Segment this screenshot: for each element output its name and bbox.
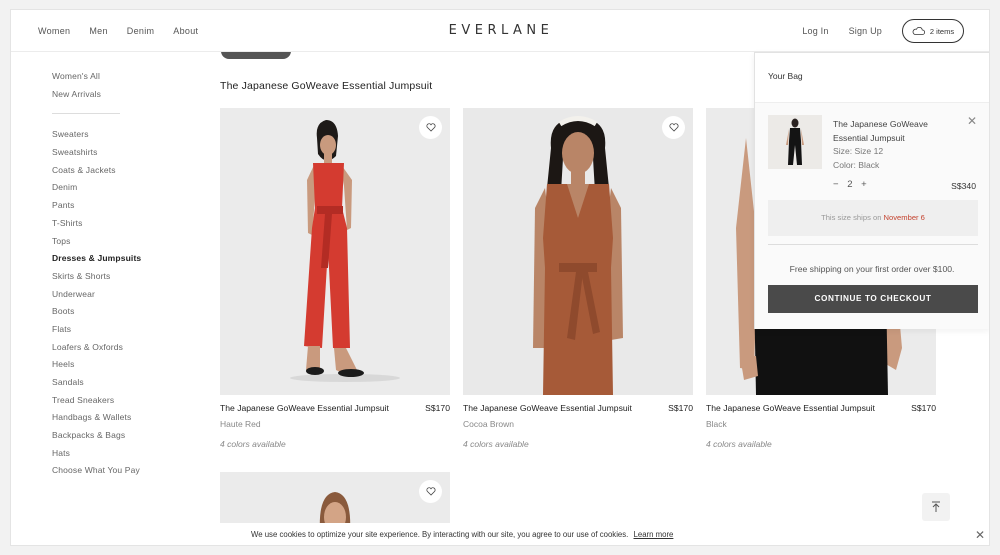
- product-info: The Japanese GoWeave Essential Jumpsuit …: [220, 403, 450, 413]
- sidebar-item-sweatshirts[interactable]: Sweatshirts: [52, 144, 182, 162]
- sidebar-item-flats[interactable]: Flats: [52, 321, 182, 339]
- qty-minus-button[interactable]: −: [833, 179, 842, 190]
- model-brown-jumpsuit: [533, 116, 623, 395]
- model-red-jumpsuit: [290, 120, 400, 382]
- cookie-text: We use cookies to optimize your site exp…: [251, 530, 629, 539]
- sidebar-item-underwear[interactable]: Underwear: [52, 286, 182, 304]
- wishlist-button[interactable]: [419, 480, 442, 503]
- product-card[interactable]: The Japanese GoWeave Essential Jumpsuit …: [463, 108, 693, 449]
- cookie-message: We use cookies to optimize your site exp…: [251, 530, 673, 539]
- browser-page: Women Men Denim About EVERLANE Log In Si…: [10, 9, 990, 546]
- back-to-top-button[interactable]: [922, 493, 950, 521]
- sidebar-item-boots[interactable]: Boots: [52, 303, 182, 321]
- free-shipping-note: Free shipping on your first order over $…: [789, 264, 955, 274]
- sidebar-item-pants[interactable]: Pants: [52, 197, 182, 215]
- heart-icon: [668, 123, 679, 132]
- bag-item-thumbnail[interactable]: [768, 115, 822, 169]
- signup-link[interactable]: Sign Up: [849, 26, 882, 36]
- product-color: Haute Red: [220, 419, 261, 429]
- bag-title: Your Bag: [755, 53, 989, 103]
- heart-icon: [425, 123, 436, 132]
- product-price: S$170: [911, 403, 936, 413]
- ship-note-date: November 6: [883, 213, 925, 222]
- ship-note-text: This size ships on: [821, 213, 882, 222]
- colors-available: 4 colors available: [706, 439, 772, 449]
- sidebar-item-womens-all[interactable]: Women's All: [52, 68, 182, 86]
- heart-icon: [425, 487, 436, 496]
- sidebar-item-backpacks-bags[interactable]: Backpacks & Bags: [52, 427, 182, 445]
- bag-item-price: S$340: [951, 181, 976, 191]
- cart-button[interactable]: 2 items: [902, 19, 964, 43]
- sidebar-item-handbags-wallets[interactable]: Handbags & Wallets: [52, 409, 182, 427]
- sidebar-item-loafers-oxfords[interactable]: Loafers & Oxfords: [52, 339, 182, 357]
- cookie-banner: We use cookies to optimize your site exp…: [11, 523, 989, 545]
- bag-item-size: Size: Size 12: [833, 146, 884, 156]
- product-color: Black: [706, 419, 727, 429]
- cart-count: 2 items: [929, 26, 955, 36]
- qty-plus-button[interactable]: +: [861, 179, 870, 190]
- qty-value: 2: [847, 179, 856, 190]
- arrow-up-icon: [932, 501, 940, 512]
- sidebar-item-heels[interactable]: Heels: [52, 356, 182, 374]
- quantity-stepper: − 2 +: [833, 179, 870, 190]
- bag-item-color: Color: Black: [833, 160, 880, 170]
- sidebar-item-tread-sneakers[interactable]: Tread Sneakers: [52, 392, 182, 410]
- bag-dropdown: Your Bag The Japanese GoWeave Essential …: [754, 52, 989, 329]
- bag-divider: [768, 244, 978, 245]
- sidebar-item-denim[interactable]: Denim: [52, 179, 182, 197]
- sidebar-item-choose-what-you-pay[interactable]: Choose What You Pay: [52, 462, 182, 480]
- product-name[interactable]: The Japanese GoWeave Essential Jumpsuit: [463, 403, 632, 413]
- product-card[interactable]: The Japanese GoWeave Essential Jumpsuit …: [220, 108, 450, 449]
- login-link[interactable]: Log In: [802, 26, 828, 36]
- product-name[interactable]: The Japanese GoWeave Essential Jumpsuit: [706, 403, 875, 413]
- product-name[interactable]: The Japanese GoWeave Essential Jumpsuit: [220, 403, 389, 413]
- remove-item-icon[interactable]: ✕: [967, 115, 977, 127]
- sidebar-item-hats[interactable]: Hats: [52, 445, 182, 463]
- account-nav: Log In Sign Up 2 items: [802, 10, 964, 52]
- product-price: S$170: [668, 403, 693, 413]
- cloud-bag-icon: [912, 27, 925, 35]
- sidebar-item-sweaters[interactable]: Sweaters: [52, 126, 182, 144]
- checkout-button[interactable]: CONTINUE TO CHECKOUT: [768, 285, 978, 313]
- bag-content: The Japanese GoWeave Essential Jumpsuit …: [755, 103, 989, 329]
- colors-available: 4 colors available: [220, 439, 286, 449]
- category-sidebar: Women's All New Arrivals Sweaters Sweats…: [52, 68, 182, 480]
- sidebar-item-new-arrivals[interactable]: New Arrivals: [52, 86, 182, 104]
- site-header: Women Men Denim About EVERLANE Log In Si…: [11, 10, 989, 52]
- sidebar-item-skirts-shorts[interactable]: Skirts & Shorts: [52, 268, 182, 286]
- product-color: Cocoa Brown: [463, 419, 515, 429]
- wishlist-button[interactable]: [419, 116, 442, 139]
- shipping-date-note: This size ships on November 6: [768, 200, 978, 236]
- close-icon[interactable]: ✕: [975, 528, 985, 542]
- wishlist-button[interactable]: [662, 116, 685, 139]
- product-image[interactable]: [463, 108, 693, 395]
- product-price: S$170: [425, 403, 450, 413]
- product-info: The Japanese GoWeave Essential Jumpsuit …: [706, 403, 936, 413]
- bag-item-image: [786, 118, 804, 165]
- colors-available: 4 colors available: [463, 439, 529, 449]
- sidebar-item-sandals[interactable]: Sandals: [52, 374, 182, 392]
- bag-item-name[interactable]: The Japanese GoWeave Essential Jumpsuit: [833, 117, 953, 145]
- sidebar-item-t-shirts[interactable]: T-Shirts: [52, 215, 182, 233]
- sidebar-divider: [52, 113, 120, 115]
- sidebar-item-dresses-jumpsuits[interactable]: Dresses & Jumpsuits: [52, 250, 182, 268]
- learn-more-link[interactable]: Learn more: [634, 530, 674, 539]
- sidebar-item-coats-jackets[interactable]: Coats & Jackets: [52, 162, 182, 180]
- sidebar-item-tops[interactable]: Tops: [52, 233, 182, 251]
- product-info: The Japanese GoWeave Essential Jumpsuit …: [463, 403, 693, 413]
- product-image[interactable]: [220, 108, 450, 395]
- section-title: The Japanese GoWeave Essential Jumpsuit: [220, 80, 433, 92]
